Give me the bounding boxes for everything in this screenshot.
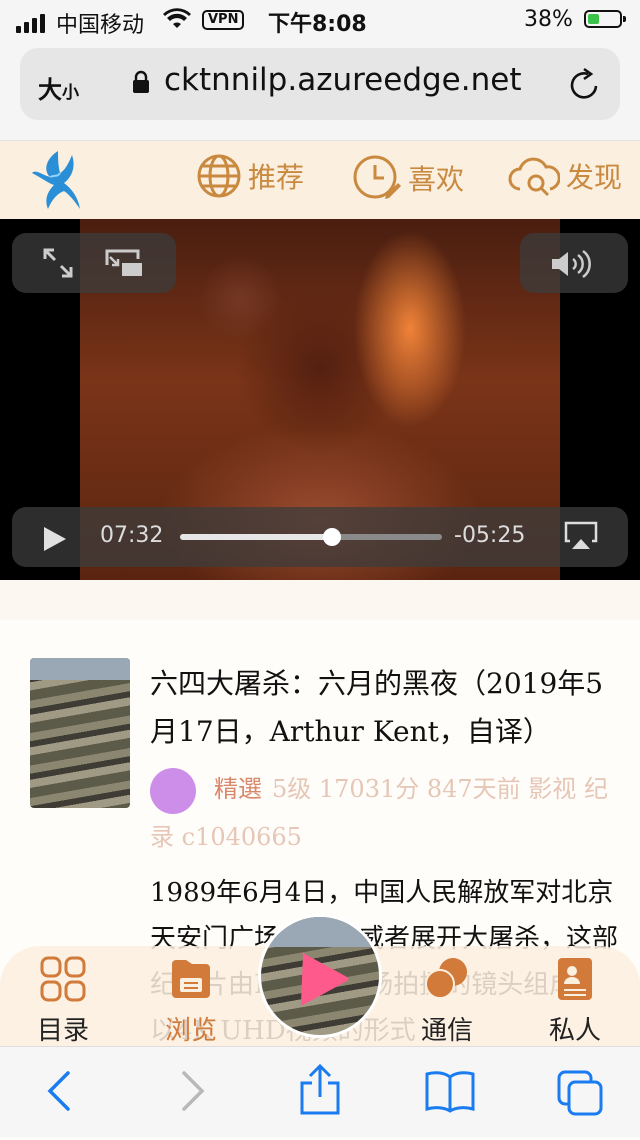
tab-catalog[interactable]: 目录 <box>18 954 108 1047</box>
elapsed-time: 07:32 <box>100 523 164 548</box>
reload-icon[interactable] <box>568 66 602 102</box>
clock-pencil-icon <box>353 155 401 199</box>
video-player[interactable]: 07:32 -05:25 <box>0 219 640 580</box>
progress-knob[interactable] <box>322 528 341 546</box>
featured-tag: 精選 <box>214 775 262 803</box>
avatar[interactable] <box>150 767 196 814</box>
play-icon <box>301 953 349 1006</box>
bookmarks-icon[interactable] <box>424 1069 476 1113</box>
forward-icon[interactable] <box>178 1069 208 1113</box>
tab-private[interactable]: 私人 <box>530 954 620 1047</box>
lock-icon <box>133 70 149 93</box>
chat-bubbles-icon <box>425 958 467 999</box>
article-title[interactable]: 六四大屠杀：六月的黑夜（2019年5月17日，Arthur Kent，自译） <box>150 660 620 756</box>
site-header: 推荐 喜欢 发现 <box>0 141 640 219</box>
signal-icon <box>16 14 45 33</box>
url-text[interactable]: cktnnilp.azureedge.net <box>164 62 521 98</box>
article-meta: 精選 5级 17031分 847天前 影视 纪录 c1040665 <box>150 766 620 860</box>
phoenix-logo[interactable] <box>28 147 84 213</box>
progress-track[interactable] <box>180 528 442 546</box>
browser-toolbar <box>0 1046 640 1137</box>
globe-icon <box>197 154 241 198</box>
remaining-time: -05:25 <box>454 523 526 548</box>
carrier-name: 中国移动 <box>56 13 145 38</box>
tab-messages[interactable]: 通信 <box>402 954 492 1047</box>
tabs-icon[interactable] <box>556 1069 604 1117</box>
wifi-icon <box>163 8 191 28</box>
battery-icon <box>584 10 626 28</box>
video-bottom-controls: 07:32 -05:25 <box>12 507 628 567</box>
status-time: 下午8:08 <box>268 12 367 37</box>
video-top-controls <box>12 233 176 293</box>
volume-control[interactable] <box>520 233 628 293</box>
fullscreen-icon[interactable] <box>42 247 74 279</box>
address-bar[interactable]: 大小 cktnnilp.azureedge.net <box>20 48 620 120</box>
browser-address-area: 大小 cktnnilp.azureedge.net <box>0 40 640 141</box>
cloud-search-icon <box>508 157 560 197</box>
save-icon <box>172 960 210 998</box>
volume-icon[interactable] <box>550 249 594 279</box>
back-icon[interactable] <box>44 1069 74 1113</box>
nav-discover[interactable]: 发现 <box>508 153 622 199</box>
grid-icon <box>40 956 86 1002</box>
status-bar: 中国移动 VPN 下午8:08 38% <box>0 0 640 40</box>
article-thumbnail[interactable] <box>30 658 130 808</box>
picture-in-picture-icon[interactable] <box>104 247 144 279</box>
nav-recommend[interactable]: 推荐 <box>196 153 304 199</box>
tab-browse[interactable]: 浏览 <box>146 954 236 1047</box>
vpn-badge: VPN <box>202 10 245 30</box>
contact-card-icon <box>558 958 592 1000</box>
progress-fill <box>180 534 332 540</box>
battery-percent: 38% <box>524 7 573 32</box>
share-icon[interactable] <box>298 1063 342 1117</box>
text-size-button[interactable]: 大小 <box>38 70 79 105</box>
nav-likes[interactable]: 喜欢 <box>352 153 464 203</box>
airplay-icon[interactable] <box>564 521 598 551</box>
play-icon[interactable] <box>42 525 68 553</box>
center-play-button[interactable] <box>258 914 382 1038</box>
